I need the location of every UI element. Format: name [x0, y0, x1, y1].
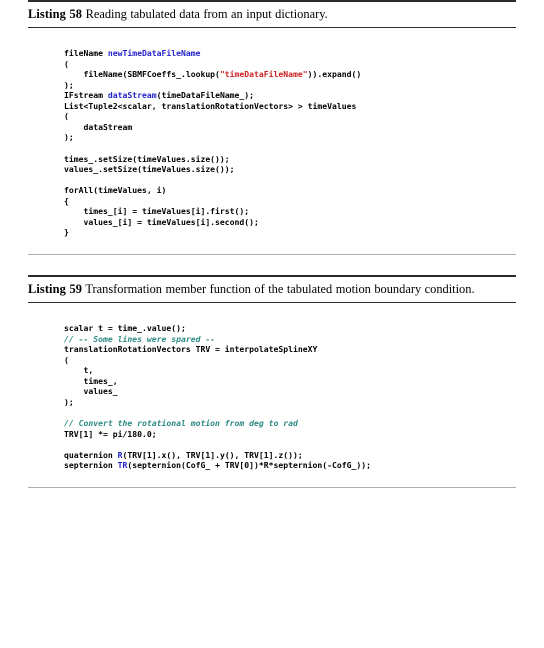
code-line: forAll(timeValues, i): [64, 185, 516, 196]
code-token: }: [64, 227, 69, 238]
code-token: // -- Some lines were spared --: [64, 333, 216, 344]
code-token: );: [64, 396, 74, 407]
code-line: );: [64, 80, 516, 91]
code-token: );: [64, 132, 74, 143]
listing-bottom-rule: [28, 486, 516, 488]
code-line: }: [64, 227, 516, 238]
code-line: values_: [64, 386, 516, 397]
listing-caption-rule: [28, 27, 516, 28]
code-block-59: scalar t = time_.value();// -- Some line…: [28, 311, 516, 479]
code-line: TRV[1] *= pi/180.0;: [64, 429, 516, 440]
code-token: forAll(timeValues, i): [64, 185, 167, 196]
code-line: translationRotationVectors TRV = interpo…: [64, 344, 516, 355]
code-token: values_.setSize(timeValues.size());: [64, 164, 235, 175]
code-line: (: [64, 59, 516, 70]
code-token: times_[i] = timeValues[i].first();: [64, 206, 250, 217]
code-line: IFstream dataStream(timeDataFileName_);: [64, 90, 516, 101]
code-line: // -- Some lines were spared --: [64, 334, 516, 345]
code-line: );: [64, 397, 516, 408]
code-line: );: [64, 132, 516, 143]
code-token: values_: [64, 386, 118, 397]
document-page: Listing 58 Reading tabulated data from a…: [0, 0, 544, 648]
code-line: times_[i] = timeValues[i].first();: [64, 206, 516, 217]
listing-caption-59: Listing 59 Transformation member functio…: [28, 277, 516, 302]
listing-block-59: Listing 59 Transformation member functio…: [28, 275, 516, 488]
code-token: );: [64, 79, 74, 90]
code-token: (: [64, 58, 69, 69]
listing-caption-text-58: Reading tabulated data from an input dic…: [85, 7, 328, 21]
code-line: septernion TR(septernion(CofG_ + TRV[0])…: [64, 460, 516, 471]
listing-caption-rule: [28, 302, 516, 304]
code-token: (: [64, 354, 69, 365]
code-token: newTimeDataFileName: [107, 48, 201, 59]
code-line: times_,: [64, 376, 516, 387]
code-token: quaternion: [64, 449, 118, 460]
code-token: fileName: [64, 48, 108, 59]
code-token: // Convert the rotational motion from de…: [64, 418, 298, 429]
code-line: (: [64, 355, 516, 366]
listing-label-58: Listing 58: [28, 7, 83, 21]
code-token: t,: [64, 365, 94, 376]
code-token: List<Tuple2<scalar, translationRotationV…: [64, 100, 357, 111]
code-block-58: fileName newTimeDataFileName( fileName(S…: [28, 36, 516, 246]
code-token: (septernion(CofG_ + TRV[0])*R*septernion…: [127, 460, 372, 471]
code-line: quaternion R(TRV[1].x(), TRV[1].y(), TRV…: [64, 450, 516, 461]
code-token: scalar t = time_.value();: [64, 323, 186, 334]
code-line: values_.setSize(timeValues.size());: [64, 164, 516, 175]
code-line: {: [64, 196, 516, 207]
code-line: fileName newTimeDataFileName: [64, 48, 516, 59]
code-token: IFstream: [64, 90, 108, 101]
code-token: (TRV[1].x(), TRV[1].y(), TRV[1].z());: [122, 449, 303, 460]
code-token: TRV[1] *= pi/180.0;: [64, 428, 157, 439]
code-token: septernion: [64, 460, 118, 471]
code-line: dataStream: [64, 122, 516, 133]
code-token: fileName(SBMFCoeffs_.lookup(: [64, 69, 220, 80]
code-token: times_,: [64, 375, 118, 386]
code-token: translationRotationVectors TRV = interpo…: [64, 344, 318, 355]
code-line: List<Tuple2<scalar, translationRotationV…: [64, 101, 516, 112]
code-line: values_[i] = timeValues[i].second();: [64, 217, 516, 228]
listing-gap: [28, 255, 516, 275]
code-token: "timeDataFileName": [219, 69, 308, 80]
code-token: dataStream: [107, 90, 157, 101]
code-token: {: [64, 195, 69, 206]
code-line: t,: [64, 365, 516, 376]
code-line: (: [64, 111, 516, 122]
code-token: times_.setSize(timeValues.size());: [64, 153, 230, 164]
code-token: (timeDataFileName_);: [156, 90, 255, 101]
code-line: scalar t = time_.value();: [64, 323, 516, 334]
listing-block-58: Listing 58 Reading tabulated data from a…: [28, 0, 516, 256]
code-token: (: [64, 111, 69, 122]
code-token: dataStream: [64, 121, 133, 132]
listing-label-59: Listing 59: [28, 282, 83, 297]
code-line: // Convert the rotational motion from de…: [64, 418, 516, 429]
code-token: TR: [117, 460, 128, 471]
code-token: )).expand(): [307, 69, 362, 80]
code-line: times_.setSize(timeValues.size());: [64, 154, 516, 165]
code-token: values_[i] = timeValues[i].second();: [64, 216, 259, 227]
listing-caption-58: Listing 58 Reading tabulated data from a…: [28, 2, 516, 27]
listing-caption-text-59: Transformation member function of the ta…: [85, 282, 475, 297]
code-line: fileName(SBMFCoeffs_.lookup("timeDataFil…: [64, 69, 516, 80]
